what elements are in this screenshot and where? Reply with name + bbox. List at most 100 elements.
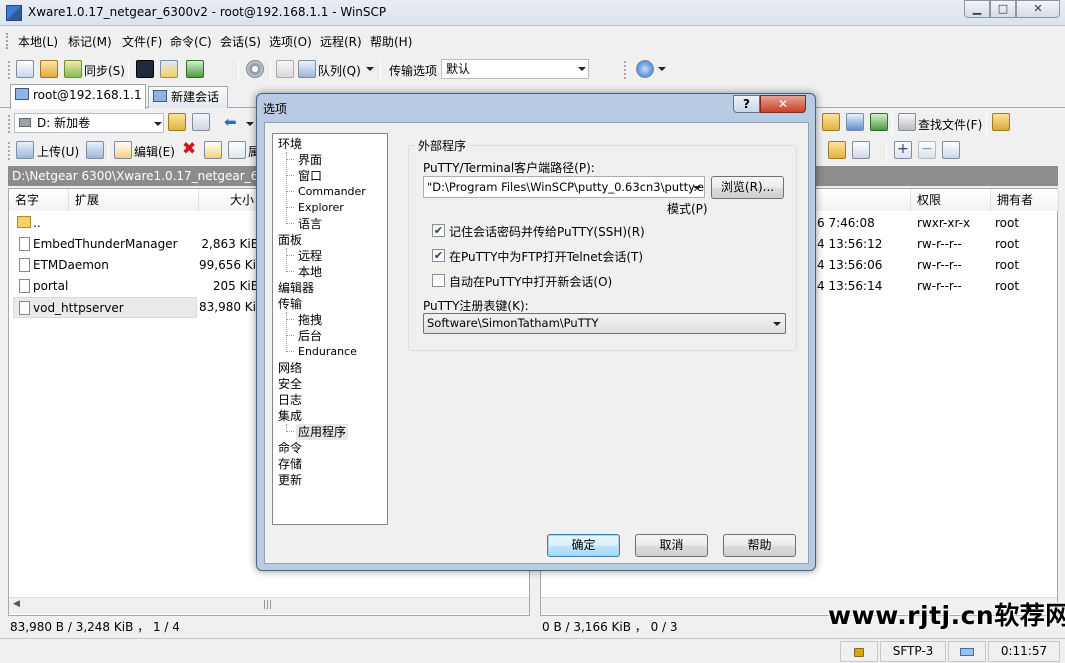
edit-label[interactable]: 编辑(E) bbox=[134, 143, 175, 160]
tree-node-local[interactable]: 本地 bbox=[298, 264, 322, 280]
find-files-icon[interactable] bbox=[898, 113, 916, 131]
tree-node-language[interactable]: 语言 bbox=[298, 216, 322, 232]
select-plus-icon[interactable]: + bbox=[894, 141, 912, 159]
tree-node-transfer[interactable]: 传输 bbox=[278, 296, 302, 312]
menu-help[interactable]: 帮助(H) bbox=[370, 33, 412, 50]
console-icon[interactable] bbox=[136, 60, 154, 78]
menu-options[interactable]: 选项(O) bbox=[269, 33, 312, 50]
remember-password-checkbox[interactable]: ✔ bbox=[432, 224, 445, 237]
synchronize-label[interactable]: 同步(S) bbox=[84, 62, 125, 79]
upload-icon[interactable] bbox=[16, 141, 34, 159]
list-item[interactable]: portal bbox=[13, 276, 199, 297]
menu-file[interactable]: 文件(F) bbox=[122, 33, 162, 50]
browse-button[interactable]: 浏览(R)... bbox=[711, 176, 784, 199]
tree-node-storage[interactable]: 存储 bbox=[278, 456, 302, 472]
col-owner-header[interactable]: 拥有者 bbox=[991, 189, 1059, 211]
tree-node-remote[interactable]: 远程 bbox=[298, 248, 322, 264]
transfer-settings-combo[interactable]: 默认 bbox=[441, 59, 589, 79]
preferences-gear-icon[interactable] bbox=[246, 60, 264, 78]
scroll-thumb-grip-icon[interactable]: ||| bbox=[263, 600, 272, 610]
auto-open-session-label[interactable]: 自动在PuTTY中打开新会话(O) bbox=[449, 273, 612, 290]
tree-node-network[interactable]: 网络 bbox=[278, 360, 302, 376]
menu-grip-handle[interactable] bbox=[6, 33, 10, 49]
tree-node-log[interactable]: 日志 bbox=[278, 392, 302, 408]
putty-icon[interactable] bbox=[160, 60, 178, 78]
close-window-button[interactable]: ✕ bbox=[1016, 0, 1060, 18]
telnet-for-ftp-label[interactable]: 在PuTTY中为FTP打开Telnet会话(T) bbox=[449, 248, 643, 265]
globe-dropdown-icon[interactable] bbox=[658, 67, 666, 71]
drive-dropdown-icon[interactable] bbox=[154, 122, 162, 126]
upload-label[interactable]: 上传(U) bbox=[37, 143, 79, 160]
scroll-left-icon[interactable]: ◀ bbox=[13, 599, 20, 609]
dialog-close-button[interactable]: ✕ bbox=[760, 95, 806, 113]
remember-password-label[interactable]: 记住会话密码并传给PuTTY(SSH)(R) bbox=[449, 223, 645, 240]
tree-node-panels[interactable]: 面板 bbox=[278, 232, 302, 248]
minimize-button[interactable]: ▁ bbox=[964, 0, 990, 18]
unselect-minus-icon[interactable]: − bbox=[918, 141, 936, 159]
registry-dropdown-icon[interactable] bbox=[773, 322, 781, 326]
drive-selector[interactable]: D: 新加卷 bbox=[14, 113, 164, 133]
transfer-dropdown-icon[interactable] bbox=[578, 67, 586, 71]
tree-node-editor[interactable]: 编辑器 bbox=[278, 280, 314, 296]
list-item[interactable]: .. bbox=[13, 213, 199, 234]
registry-key-select[interactable]: Software\SimonTatham\PuTTY bbox=[423, 313, 786, 334]
menu-remote[interactable]: 远程(R) bbox=[320, 33, 362, 50]
tab-new-session[interactable]: 新建会话 bbox=[148, 86, 228, 108]
options-tree[interactable]: 环境 界面 窗口 Commander Explorer 语言 面板 远程 本地 … bbox=[272, 133, 388, 525]
putty-path-input[interactable]: "D:\Program Files\WinSCP\putty_0.63cn3\p… bbox=[423, 176, 705, 198]
back-arrow-icon[interactable]: ⬅ bbox=[222, 113, 240, 131]
telnet-for-ftp-checkbox[interactable]: ✔ bbox=[432, 249, 445, 262]
tree-node-commands[interactable]: 命令 bbox=[278, 440, 302, 456]
tree-node-drag[interactable]: 拖拽 bbox=[298, 312, 322, 328]
col-permissions-header[interactable]: 权限 bbox=[911, 189, 991, 211]
putty-path-dropdown-icon[interactable] bbox=[693, 186, 701, 190]
rename-icon[interactable] bbox=[204, 141, 222, 159]
filter-icon[interactable] bbox=[192, 113, 210, 131]
col-ext-header[interactable]: 扩展 bbox=[69, 189, 199, 211]
select-all-icon[interactable] bbox=[942, 141, 960, 159]
col-size-header[interactable]: 大小 bbox=[199, 189, 259, 211]
list-item[interactable]: EmbedThunderManager bbox=[13, 234, 199, 255]
tree-node-updates[interactable]: 更新 bbox=[278, 472, 302, 488]
menu-local[interactable]: 本地(L) bbox=[18, 33, 58, 50]
delete-icon[interactable]: ✖ bbox=[180, 140, 198, 159]
tree-view-icon[interactable] bbox=[992, 113, 1010, 131]
auto-open-session-checkbox[interactable] bbox=[432, 274, 445, 287]
maximize-button[interactable]: □ bbox=[990, 0, 1016, 18]
synchronize-icon[interactable] bbox=[64, 60, 82, 78]
back-dropdown-icon[interactable] bbox=[246, 122, 254, 126]
queue-dropdown-icon[interactable] bbox=[366, 67, 374, 71]
menu-mark[interactable]: 标记(M) bbox=[68, 33, 112, 50]
properties-icon[interactable] bbox=[228, 141, 246, 159]
toolbar-grip[interactable] bbox=[624, 61, 627, 79]
new-folder-icon[interactable] bbox=[828, 141, 846, 159]
compare-directories-icon[interactable] bbox=[16, 60, 34, 78]
toolbar-grip[interactable] bbox=[8, 142, 11, 160]
home-icon[interactable] bbox=[846, 113, 864, 131]
local-horizontal-scrollbar[interactable]: ◀ ||| bbox=[9, 597, 529, 614]
list-item-selected[interactable]: vod_httpserver bbox=[13, 297, 197, 318]
menu-session[interactable]: 会话(S) bbox=[220, 33, 261, 50]
dialog-help-button[interactable]: ? bbox=[733, 95, 760, 113]
queue-label[interactable]: 队列(Q) bbox=[318, 62, 361, 79]
remote-open-folder-icon[interactable] bbox=[822, 113, 840, 131]
col-name-header[interactable]: 名字 bbox=[9, 189, 69, 211]
cancel-button[interactable]: 取消 bbox=[635, 534, 708, 557]
tree-node-integration[interactable]: 集成 bbox=[278, 408, 302, 424]
network-globe-icon[interactable] bbox=[636, 60, 654, 78]
synchronize-browse-icon[interactable] bbox=[40, 60, 58, 78]
toolbar-grip[interactable] bbox=[8, 115, 11, 133]
menu-command[interactable]: 命令(C) bbox=[170, 33, 212, 50]
tree-node-endurance[interactable]: Endurance bbox=[298, 344, 357, 360]
refresh-icon[interactable] bbox=[186, 60, 204, 78]
help-button[interactable]: 帮助 bbox=[723, 534, 796, 557]
tree-node-commander[interactable]: Commander bbox=[298, 184, 366, 200]
copy-path-icon[interactable] bbox=[852, 141, 870, 159]
list-item[interactable]: ETMDaemon bbox=[13, 255, 199, 276]
tree-node-explorer[interactable]: Explorer bbox=[298, 200, 344, 216]
open-folder-icon[interactable] bbox=[168, 113, 186, 131]
tree-node-applications[interactable]: 应用程序 bbox=[296, 424, 349, 440]
ok-button[interactable]: 确定 bbox=[547, 534, 620, 557]
tree-node-environment[interactable]: 环境 bbox=[278, 136, 302, 152]
tab-session-root[interactable]: root@192.168.1.1 bbox=[10, 84, 146, 109]
